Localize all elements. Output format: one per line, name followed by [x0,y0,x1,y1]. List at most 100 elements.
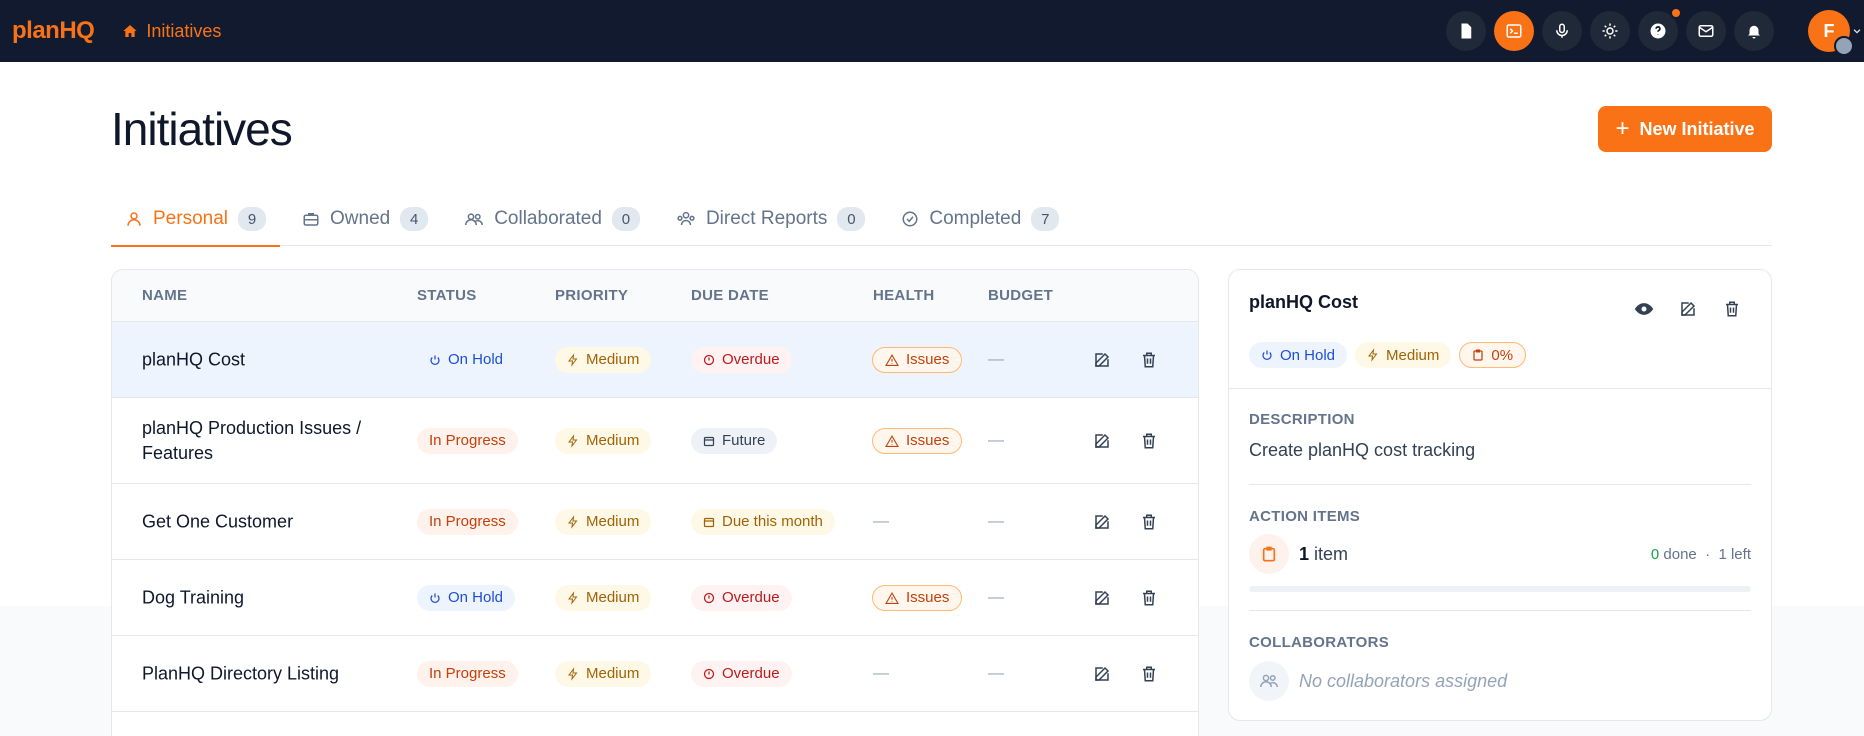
tab-owned[interactable]: Owned 4 [288,192,442,246]
budget-value: — [988,664,1004,682]
table-row[interactable]: Get One Customer In Progress Medium Due … [112,484,1198,560]
header-priority[interactable]: PRIORITY [555,287,628,304]
view-button[interactable] [1633,298,1655,320]
header-status[interactable]: STATUS [417,287,477,304]
top-nav-bar: planHQ Initiatives F [0,0,1864,62]
tab-collaborated[interactable]: Collaborated 0 [450,192,654,246]
delete-button[interactable] [1138,430,1160,452]
health-badge: Issues [872,584,963,611]
tab-label: Owned [330,208,391,229]
eye-icon [1634,303,1654,315]
header-health[interactable]: HEALTH [873,287,935,304]
due-badge: Due this month [691,508,835,535]
initiatives-table: NAME STATUS PRIORITY DUE DATE HEALTH BUD… [111,269,1199,736]
initiative-name[interactable]: planHQ Cost [142,347,392,372]
edit-button[interactable] [1091,430,1113,452]
delete-button[interactable] [1138,663,1160,685]
divider [1249,610,1751,611]
health-badge: Issues [872,427,963,454]
action-items-label: ACTION ITEMS [1249,508,1361,525]
delete-button[interactable] [1721,298,1743,320]
new-initiative-label: New Initiative [1639,118,1755,139]
delete-button[interactable] [1138,587,1160,609]
lightning-icon [1368,348,1378,362]
document-button[interactable] [1446,11,1486,51]
page-title: Initiatives [111,103,293,155]
table-row[interactable]: PlanHQ Directory Listing In Progress Med… [112,636,1198,712]
priority-text: Medium [586,589,640,606]
due-text: Future [722,432,766,449]
detail-status-badge: On Hold [1249,342,1348,368]
edit-icon [1095,590,1110,605]
collaborators-icon-wrap [1249,661,1289,701]
document-icon [1461,23,1472,39]
power-icon [430,355,440,365]
tab-label: Personal [153,208,228,229]
clock-icon [703,668,715,679]
budget-value: — [988,588,1004,606]
header-name[interactable]: NAME [142,287,187,304]
lightning-icon [568,666,578,681]
chevron-down-icon[interactable] [1852,26,1862,36]
help-button[interactable] [1638,7,1682,51]
action-items-icon-wrap [1249,534,1289,574]
edit-button[interactable] [1091,587,1113,609]
priority-badge: Medium [555,427,652,454]
status-text: On Hold [448,351,504,368]
breadcrumb-initiatives[interactable]: Initiatives [122,21,221,42]
notifications-button[interactable] [1734,11,1774,51]
clipboard-icon [1473,349,1484,361]
table-row[interactable]: Dog Training On Hold Medium Overdue Issu… [112,560,1198,636]
delete-button[interactable] [1138,349,1160,371]
initiative-name[interactable]: PlanHQ Directory Listing [142,661,392,686]
due-text: Overdue [722,589,780,606]
due-badge: Overdue [691,584,792,611]
initiative-name[interactable]: Dog Training [142,585,392,610]
header-due-date[interactable]: DUE DATE [691,287,769,304]
theme-toggle-button[interactable] [1590,11,1630,51]
users-icon [1260,674,1278,688]
no-collaborators-text: No collaborators assigned [1299,671,1508,691]
done-count: 0 [1650,546,1660,563]
new-initiative-button[interactable]: + New Initiative [1598,106,1772,152]
left-text: 1 left [1718,546,1751,563]
sun-icon [1602,23,1618,39]
detail-budget-badge: 0% [1459,342,1527,368]
delete-button[interactable] [1138,511,1160,533]
edit-button[interactable] [1091,511,1113,533]
tab-direct-reports[interactable]: Direct Reports 0 [662,192,879,246]
header-budget[interactable]: BUDGET [988,287,1053,304]
terminal-button[interactable] [1494,11,1534,51]
table-row[interactable]: planHQ Production Issues / Features In P… [112,398,1198,484]
microphone-button[interactable] [1542,11,1582,51]
warning-icon [885,353,899,366]
trash-icon [1143,433,1155,448]
initiative-name[interactable]: planHQ Production Issues / Features [142,416,392,466]
tab-label: Collaborated [494,208,602,229]
due-text: Due this month [722,513,823,530]
edit-button[interactable] [1677,298,1699,320]
edit-button[interactable] [1091,349,1113,371]
table-row[interactable]: planHQ Cost On Hold Medium Overdue Issue… [112,322,1198,398]
initiative-name[interactable]: Get One Customer [142,509,392,534]
health-value: — [873,512,889,530]
mail-button[interactable] [1686,11,1726,51]
edit-icon [1095,666,1110,681]
avatar-badge [1834,36,1854,56]
health-badge: Issues [872,346,963,373]
status-text: In Progress [429,513,506,530]
tab-completed[interactable]: Completed 7 [887,192,1073,246]
priority-text: Medium [586,513,640,530]
priority-badge: Medium [555,346,652,373]
users-icon [465,213,484,226]
budget-percent: 0% [1491,346,1514,364]
edit-button[interactable] [1091,663,1113,685]
team-icon [677,211,695,226]
terminal-icon [1506,24,1522,38]
user-avatar[interactable]: F [1808,10,1854,56]
due-text: Overdue [722,665,780,682]
priority-badge: Medium [555,508,652,535]
tab-personal[interactable]: Personal 9 [111,192,280,247]
health-text: Issues [906,432,950,449]
brand-logo[interactable]: planHQ [12,17,95,45]
